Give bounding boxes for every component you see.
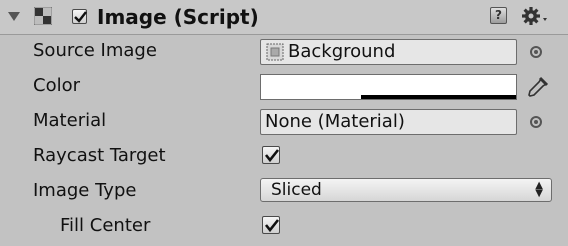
- checkmark-icon: [264, 149, 280, 163]
- image-component-inspector: Image (Script) ? Source Image Background…: [0, 0, 568, 246]
- fill-center-checkbox[interactable]: [262, 216, 280, 234]
- image-type-label: Image Type: [33, 180, 137, 201]
- color-alpha-bar: [361, 95, 516, 99]
- header-divider: [0, 34, 568, 35]
- help-book-icon[interactable]: ?: [490, 7, 507, 24]
- source-image-picker-icon[interactable]: [530, 46, 542, 58]
- color-label: Color: [33, 75, 80, 96]
- sprite-icon: [266, 43, 284, 61]
- eyedropper-icon[interactable]: [525, 76, 549, 100]
- material-label: Material: [33, 110, 107, 131]
- gear-icon[interactable]: [522, 6, 552, 26]
- component-title: Image (Script): [97, 5, 259, 29]
- source-image-label: Source Image: [33, 40, 157, 61]
- component-enabled-checkbox[interactable]: [72, 9, 87, 24]
- material-value: None (Material): [265, 111, 405, 132]
- material-picker-icon[interactable]: [530, 116, 542, 128]
- image-type-value: Sliced: [271, 180, 322, 200]
- material-field[interactable]: None (Material): [260, 109, 517, 135]
- dropdown-arrows-icon: ▲ ▼: [535, 180, 543, 199]
- fill-center-label: Fill Center: [60, 215, 151, 236]
- raycast-target-checkbox[interactable]: [262, 146, 280, 164]
- checkmark-icon: [264, 219, 280, 233]
- color-swatch[interactable]: [260, 74, 517, 100]
- foldout-triangle-icon[interactable]: [8, 12, 20, 21]
- source-image-field[interactable]: Background: [260, 39, 517, 65]
- checkmark-icon: [74, 11, 87, 23]
- image-type-dropdown[interactable]: Sliced ▲ ▼: [260, 178, 552, 202]
- source-image-value: Background: [288, 41, 396, 62]
- raycast-target-label: Raycast Target: [33, 145, 166, 166]
- image-component-icon: [34, 7, 52, 25]
